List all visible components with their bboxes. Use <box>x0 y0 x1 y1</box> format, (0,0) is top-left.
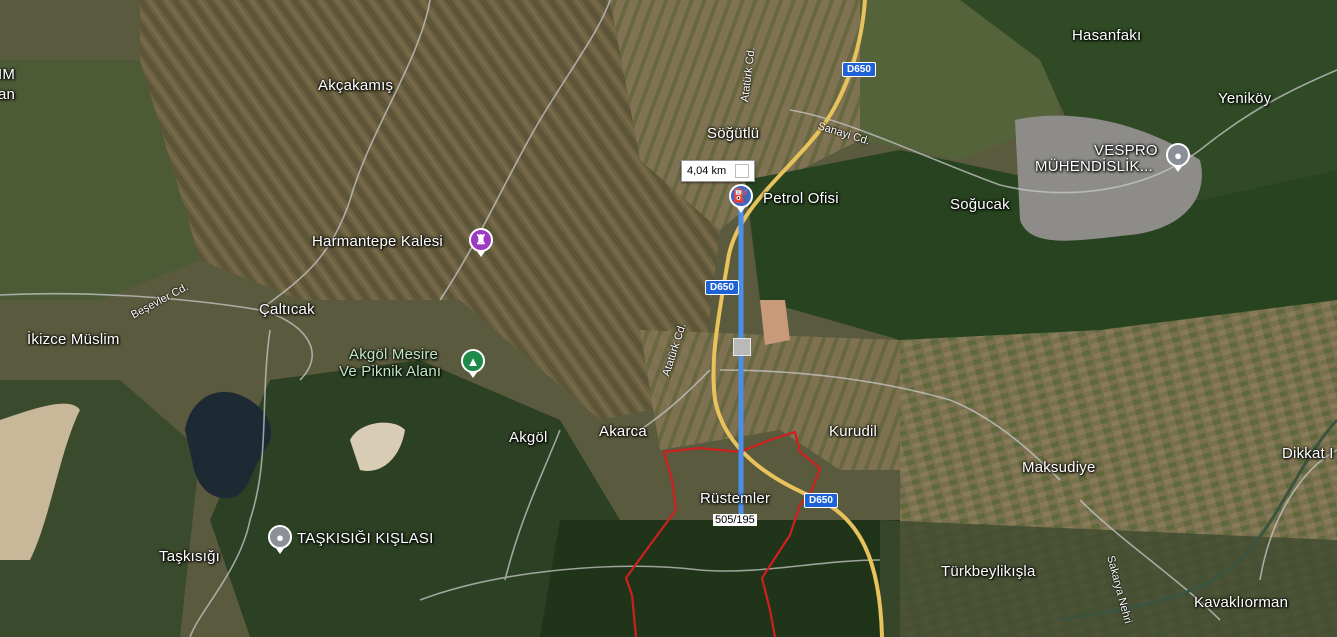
satellite-map[interactable]: D650 D650 D650 Atatürk Cd. Atatürk Cd. S… <box>0 0 1337 637</box>
place-icon[interactable]: ● <box>1166 143 1190 172</box>
place-kurudil[interactable]: Kurudil <box>829 423 877 440</box>
poi-harmantepe-label[interactable]: Harmantepe Kalesi <box>312 233 443 250</box>
place-sogutlu[interactable]: Söğütlü <box>707 125 759 142</box>
place-rustemler[interactable]: Rüstemler <box>700 490 770 507</box>
measure-overlay <box>738 197 744 522</box>
edge-label-bottom: an <box>0 86 16 103</box>
poi-petrol-ofisi-label[interactable]: Petrol Ofisi <box>763 190 839 207</box>
place-hasanfaki[interactable]: Hasanfakı <box>1072 27 1141 44</box>
measure-midpoint-handle[interactable] <box>733 338 751 356</box>
place-maksudiye[interactable]: Maksudiye <box>1022 459 1096 476</box>
place-turkbeylikisla[interactable]: Türkbeylikışla <box>941 563 1036 580</box>
place-akcakamis[interactable]: Akçakamış <box>318 77 393 94</box>
poi-vespro-line2[interactable]: MÜHENDİSLİK... <box>1035 158 1153 175</box>
road-shield-d650-middle: D650 <box>705 280 739 295</box>
measure-close-box[interactable] <box>735 164 750 178</box>
poi-vespro-line1[interactable]: VESPRO <box>1094 142 1158 159</box>
poi-akgol-mesire-line1[interactable]: Akgöl Mesire <box>349 346 438 363</box>
fuel-icon[interactable]: ⛽ <box>729 184 753 213</box>
place-caltıcak[interactable]: Çaltıcak <box>259 301 315 318</box>
edge-label-top: IM <box>0 66 16 83</box>
place-dikkat[interactable]: Dikkat I <box>1282 445 1334 462</box>
place-sogucak[interactable]: Soğucak <box>950 196 1010 213</box>
place-yenikoy[interactable]: Yeniköy <box>1218 90 1271 107</box>
poi-akgol-mesire-line2[interactable]: Ve Piknik Alanı <box>339 363 441 380</box>
road-shield-d650-south: D650 <box>804 493 838 508</box>
road-shield-d650-north: D650 <box>842 62 876 77</box>
place-taskisigi[interactable]: Taşkısığı <box>159 548 220 565</box>
place-icon[interactable]: ● <box>268 525 292 554</box>
place-kavakliorman[interactable]: Kavaklıorman <box>1194 594 1288 611</box>
place-akarca[interactable]: Akarca <box>599 423 647 440</box>
measure-distance-label[interactable]: 4,04 km <box>681 160 756 182</box>
castle-icon[interactable]: ♜ <box>469 228 493 257</box>
poi-taskisigi-kislasi-label[interactable]: TAŞKISIĞI KIŞLASI <box>297 530 434 547</box>
parcel-label[interactable]: 505/195 <box>713 514 757 526</box>
tree-icon[interactable]: ▲ <box>461 349 485 378</box>
place-akgol[interactable]: Akgöl <box>509 429 548 446</box>
place-ikizce-muslim[interactable]: İkizce Müslim <box>27 331 120 348</box>
measure-distance-value: 4,04 km <box>687 164 727 177</box>
